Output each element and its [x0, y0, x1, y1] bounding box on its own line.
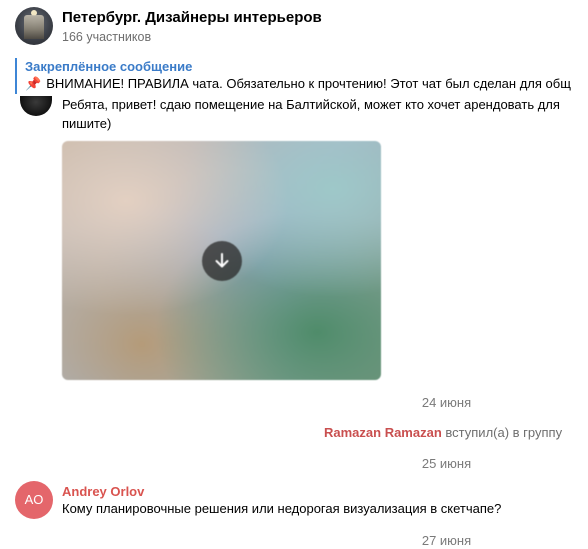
message-line: Ребята, привет! сдаю помещение на Балтий… — [62, 97, 560, 112]
service-message: Ramazan Ramazan вступил(а) в группу — [324, 425, 562, 440]
group-title[interactable]: Петербург. Дизайнеры интерьеров — [62, 9, 322, 26]
download-button[interactable] — [202, 241, 242, 281]
chat-header: Петербург. Дизайнеры интерьеров 166 учас… — [0, 0, 588, 52]
message-author[interactable]: Andrey Orlov — [62, 484, 144, 499]
date-separator: 25 июня — [421, 456, 472, 471]
sender-avatar[interactable] — [20, 96, 52, 116]
pinned-text-content: ВНИМАНИЕ! ПРАВИЛА чата. Обязательно к пр… — [46, 76, 571, 91]
members-count[interactable]: 166 участников — [62, 30, 151, 44]
date-separator: 24 июня — [421, 395, 472, 410]
message-text: Кому планировочные решения или недорогая… — [62, 501, 502, 516]
message-line: пишите) — [62, 116, 112, 131]
avatar-figure-shape — [24, 15, 44, 39]
date-separator: 27 июня — [421, 533, 472, 548]
pinned-text: 📌 ВНИМАНИЕ! ПРАВИЛА чата. Обязательно к п… — [25, 76, 571, 92]
group-avatar[interactable] — [15, 7, 53, 45]
service-action: вступил(а) в группу — [445, 425, 563, 440]
message-text: Ребята, привет! сдаю помещение на Балтий… — [62, 95, 560, 133]
pinned-message[interactable]: Закреплённое сообщение 📌 ВНИМАНИЕ! ПРАВИЛ… — [15, 58, 588, 94]
download-arrow-icon — [215, 253, 229, 268]
author-avatar[interactable]: AO — [15, 481, 53, 519]
photo-attachment[interactable] — [62, 141, 381, 380]
pin-icon: 📌 — [25, 76, 42, 91]
pinned-label: Закреплённое сообщение — [25, 59, 193, 74]
service-user-name[interactable]: Ramazan Ramazan — [324, 425, 442, 440]
